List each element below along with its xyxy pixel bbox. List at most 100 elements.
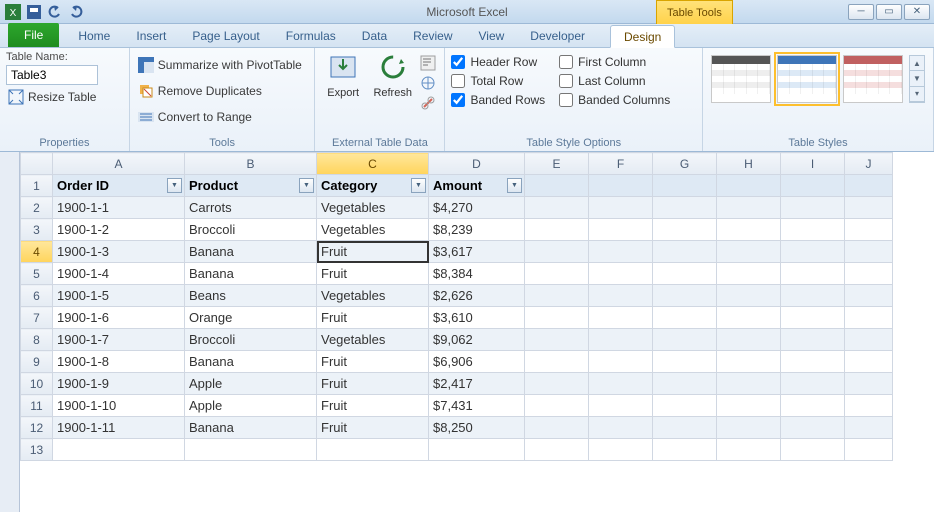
- save-icon[interactable]: [25, 3, 43, 21]
- cell[interactable]: [781, 439, 845, 461]
- cell[interactable]: [589, 307, 653, 329]
- row-header[interactable]: 7: [21, 307, 53, 329]
- cell[interactable]: Fruit: [317, 373, 429, 395]
- select-all-corner[interactable]: [21, 153, 53, 175]
- export-button[interactable]: Export: [321, 51, 365, 99]
- cell[interactable]: [589, 219, 653, 241]
- cell[interactable]: Fruit: [317, 417, 429, 439]
- col-header-I[interactable]: I: [781, 153, 845, 175]
- cell[interactable]: [717, 219, 781, 241]
- gallery-scroll-down[interactable]: ▼: [910, 71, 924, 86]
- undo-icon[interactable]: [46, 3, 64, 21]
- cell[interactable]: Fruit: [317, 307, 429, 329]
- cell[interactable]: 1900-1-7: [53, 329, 185, 351]
- table-header-cell[interactable]: Order ID▼: [53, 175, 185, 197]
- cell[interactable]: $9,062: [429, 329, 525, 351]
- tab-insert[interactable]: Insert: [123, 25, 179, 47]
- cell[interactable]: [525, 373, 589, 395]
- filter-button[interactable]: ▼: [167, 178, 182, 193]
- table-name-input[interactable]: [6, 65, 98, 85]
- properties-icon[interactable]: [420, 55, 438, 73]
- col-header-H[interactable]: H: [717, 153, 781, 175]
- cell[interactable]: [781, 417, 845, 439]
- cell[interactable]: Vegetables: [317, 329, 429, 351]
- cell[interactable]: [717, 197, 781, 219]
- cell[interactable]: Fruit: [317, 241, 429, 263]
- summarize-pivot-button[interactable]: Summarize with PivotTable: [136, 55, 304, 75]
- cell[interactable]: [845, 197, 893, 219]
- cell[interactable]: Banana: [185, 241, 317, 263]
- cell[interactable]: [717, 373, 781, 395]
- gallery-expand[interactable]: ▾: [910, 87, 924, 102]
- tab-home[interactable]: Home: [65, 25, 123, 47]
- cell[interactable]: [781, 197, 845, 219]
- cell[interactable]: [429, 439, 525, 461]
- cell[interactable]: Fruit: [317, 351, 429, 373]
- cell[interactable]: Beans: [185, 285, 317, 307]
- cell[interactable]: [653, 241, 717, 263]
- cell[interactable]: [845, 417, 893, 439]
- cell[interactable]: Fruit: [317, 395, 429, 417]
- cell[interactable]: Vegetables: [317, 197, 429, 219]
- check-header-row[interactable]: Header Row: [451, 55, 545, 69]
- cell[interactable]: [653, 285, 717, 307]
- tab-page-layout[interactable]: Page Layout: [179, 25, 272, 47]
- cell[interactable]: [717, 263, 781, 285]
- tab-data[interactable]: Data: [349, 25, 400, 47]
- cell[interactable]: [717, 175, 781, 197]
- cell[interactable]: Carrots: [185, 197, 317, 219]
- cell[interactable]: [653, 417, 717, 439]
- cell[interactable]: Orange: [185, 307, 317, 329]
- minimize-button[interactable]: ─: [848, 4, 874, 20]
- cell[interactable]: [845, 395, 893, 417]
- cell[interactable]: $7,431: [429, 395, 525, 417]
- row-header[interactable]: 8: [21, 329, 53, 351]
- cell[interactable]: [653, 263, 717, 285]
- cell[interactable]: [781, 285, 845, 307]
- cell[interactable]: [845, 373, 893, 395]
- cell[interactable]: [781, 241, 845, 263]
- cell[interactable]: [317, 439, 429, 461]
- cell[interactable]: Apple: [185, 373, 317, 395]
- check-banded-rows[interactable]: Banded Rows: [451, 93, 545, 107]
- col-header-A[interactable]: A: [53, 153, 185, 175]
- table-header-cell[interactable]: Product▼: [185, 175, 317, 197]
- cell[interactable]: [781, 395, 845, 417]
- cell[interactable]: [525, 197, 589, 219]
- table-header-cell[interactable]: Amount▼: [429, 175, 525, 197]
- cell[interactable]: [53, 439, 185, 461]
- tab-formulas[interactable]: Formulas: [273, 25, 349, 47]
- row-header[interactable]: 6: [21, 285, 53, 307]
- cell[interactable]: 1900-1-5: [53, 285, 185, 307]
- cell[interactable]: Vegetables: [317, 219, 429, 241]
- unlink-icon[interactable]: [420, 95, 438, 113]
- cell[interactable]: [845, 329, 893, 351]
- tab-file[interactable]: File: [8, 23, 59, 47]
- row-header[interactable]: 3: [21, 219, 53, 241]
- col-header-E[interactable]: E: [525, 153, 589, 175]
- cell[interactable]: [653, 307, 717, 329]
- cell[interactable]: [717, 307, 781, 329]
- cell[interactable]: [717, 417, 781, 439]
- restore-button[interactable]: ▭: [876, 4, 902, 20]
- cell[interactable]: [845, 351, 893, 373]
- cell[interactable]: $2,417: [429, 373, 525, 395]
- col-header-D[interactable]: D: [429, 153, 525, 175]
- convert-range-button[interactable]: Convert to Range: [136, 107, 304, 127]
- cell[interactable]: $8,384: [429, 263, 525, 285]
- row-header[interactable]: 1: [21, 175, 53, 197]
- cell[interactable]: $2,626: [429, 285, 525, 307]
- cell[interactable]: [525, 395, 589, 417]
- table-header-cell[interactable]: Category▼: [317, 175, 429, 197]
- filter-button[interactable]: ▼: [299, 178, 314, 193]
- cell[interactable]: 1900-1-6: [53, 307, 185, 329]
- cell[interactable]: [525, 439, 589, 461]
- cell[interactable]: $8,250: [429, 417, 525, 439]
- cell[interactable]: [653, 175, 717, 197]
- open-browser-icon[interactable]: [420, 75, 438, 93]
- table-style-swatch-selected[interactable]: [777, 55, 837, 103]
- cell[interactable]: [717, 329, 781, 351]
- cell[interactable]: [589, 439, 653, 461]
- check-banded-columns[interactable]: Banded Columns: [559, 93, 670, 107]
- close-button[interactable]: ✕: [904, 4, 930, 20]
